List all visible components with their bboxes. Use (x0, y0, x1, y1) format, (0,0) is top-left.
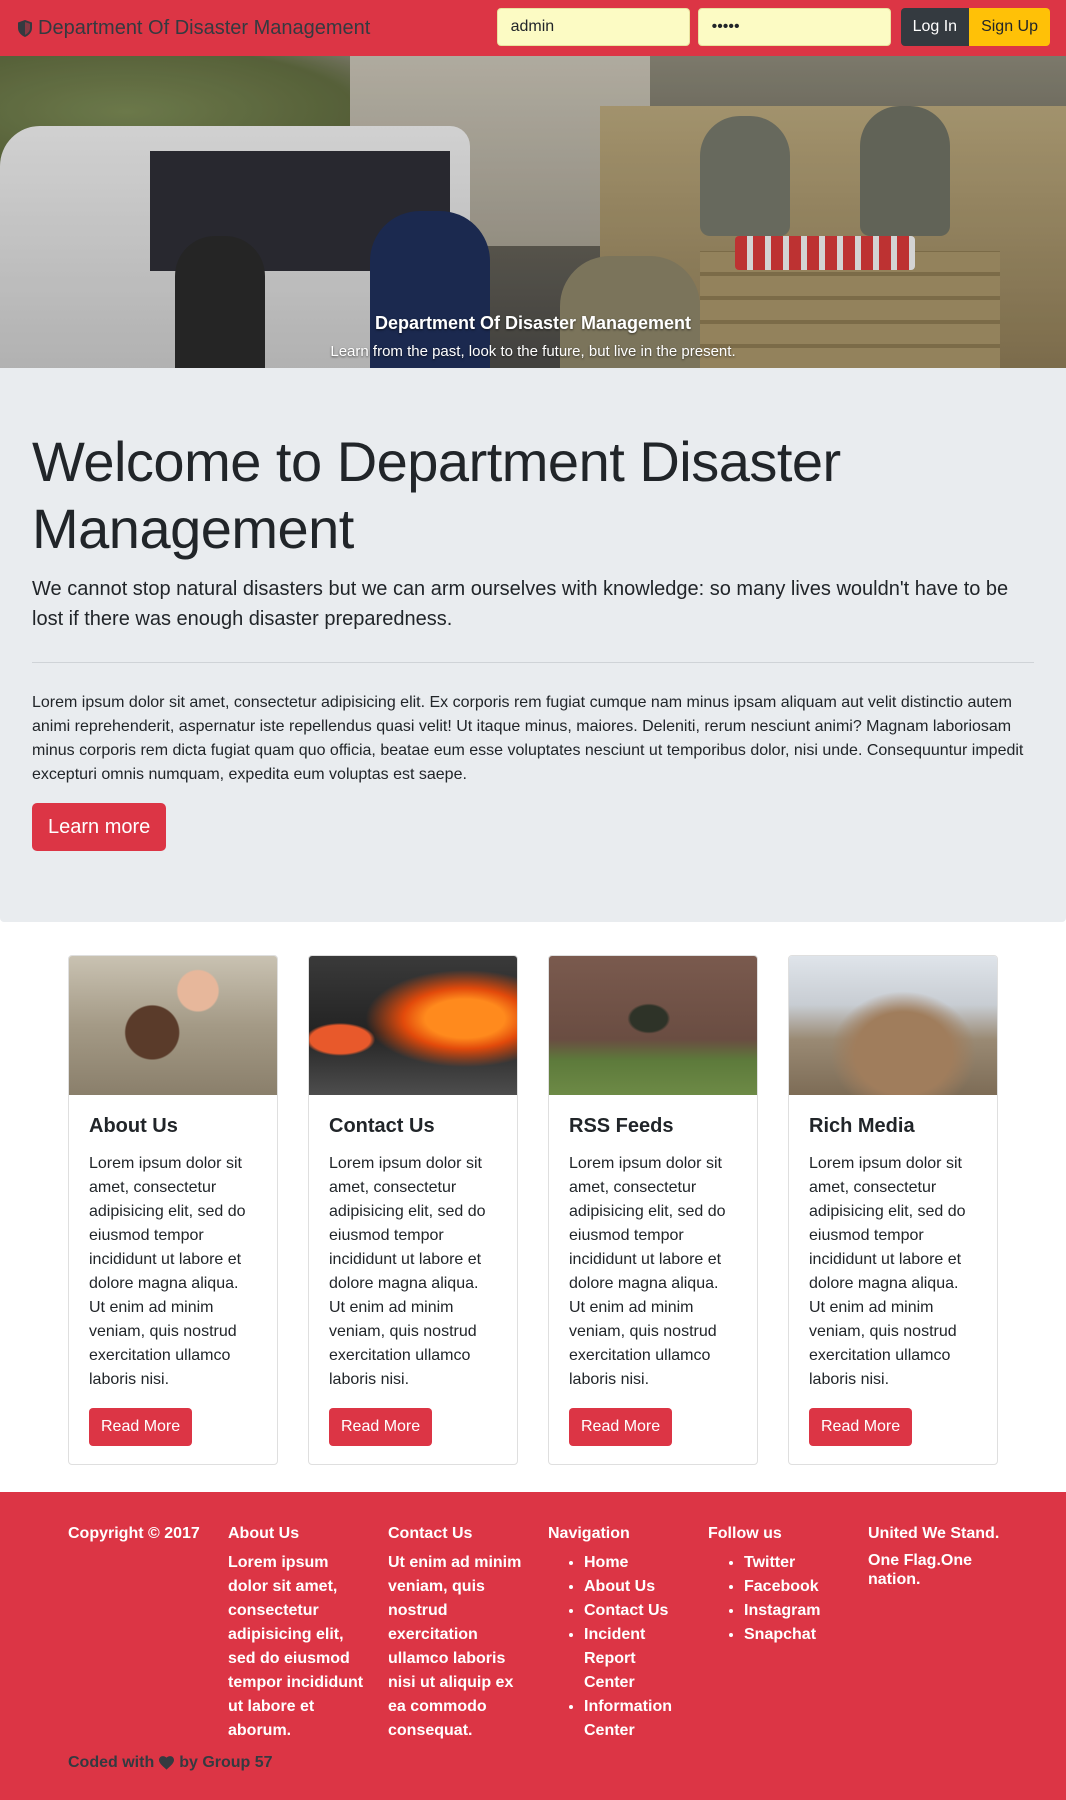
coded-prefix: Coded with (68, 1754, 155, 1771)
hero-caption-text: Learn from the past, look to the future,… (330, 343, 736, 360)
hero-caption-title: Department Of Disaster Management (374, 313, 692, 333)
card-title: Rich Media (809, 1115, 915, 1137)
hero-caption: Department Of Disaster Management Learn … (0, 313, 1066, 360)
card-image (69, 956, 277, 1095)
feature-cards: About Us Lorem ipsum dolor sit amet, con… (0, 922, 1066, 1492)
card-contact-us: Contact Us Lorem ipsum dolor sit amet, c… (308, 955, 518, 1465)
card-title: Contact Us (329, 1115, 435, 1137)
card-image (309, 956, 517, 1095)
welcome-lead: We cannot stop natural disasters but we … (32, 578, 1009, 631)
footer-nav-incident[interactable]: Incident Report Center (584, 1623, 684, 1695)
footer-follow-title: Follow us (708, 1525, 782, 1542)
read-more-button[interactable]: Read More (809, 1408, 913, 1446)
footer-follow-twitter[interactable]: Twitter (744, 1551, 844, 1575)
read-more-button[interactable]: Read More (329, 1408, 433, 1446)
footer-about: About Us Lorem ipsum dolor sit amet, con… (228, 1524, 388, 1743)
hero-carousel: Department Of Disaster Management Learn … (0, 56, 1066, 368)
card-about-us: About Us Lorem ipsum dolor sit amet, con… (68, 955, 278, 1465)
card-title: RSS Feeds (569, 1115, 674, 1137)
footer-nav-about[interactable]: About Us (584, 1575, 684, 1599)
login-form: Log In Sign Up (496, 8, 1050, 46)
motto-line-1: United We Stand. (868, 1525, 1000, 1542)
footer-contact: Contact Us Ut enim ad minim veniam, quis… (388, 1524, 548, 1743)
copyright-text: Copyright © 2017 (68, 1525, 200, 1542)
footer-nav-contact[interactable]: Contact Us (584, 1599, 684, 1623)
learn-more-button[interactable]: Learn more (32, 803, 167, 852)
card-text: Lorem ipsum dolor sit amet, consectetur … (569, 1155, 726, 1388)
navbar: Department Of Disaster Management Log In… (0, 0, 1066, 56)
footer-contact-text: Ut enim ad minim veniam, quis nostrud ex… (388, 1554, 522, 1739)
footer-follow: Follow us Twitter Facebook Instagram Sna… (708, 1524, 868, 1743)
footer-follow-instagram[interactable]: Instagram (744, 1599, 844, 1623)
card-text: Lorem ipsum dolor sit amet, consectetur … (89, 1155, 246, 1388)
footer-about-title: About Us (228, 1525, 300, 1542)
card-image (789, 956, 997, 1095)
card-image (549, 956, 757, 1095)
password-input[interactable] (697, 8, 891, 46)
welcome-heading: Welcome to Department Disaster Managemen… (32, 430, 841, 561)
welcome-body: Lorem ipsum dolor sit amet, consectetur … (32, 694, 1024, 784)
footer-motto: United We Stand. One Flag.One nation. (868, 1524, 1028, 1743)
username-input[interactable] (496, 8, 690, 46)
footer-nav-title: Navigation (548, 1525, 630, 1542)
read-more-button[interactable]: Read More (569, 1408, 673, 1446)
card-text: Lorem ipsum dolor sit amet, consectetur … (329, 1155, 486, 1388)
footer-follow-facebook[interactable]: Facebook (744, 1575, 844, 1599)
login-button[interactable]: Log In (900, 8, 970, 46)
motto-line-2: One Flag.One nation. (868, 1552, 973, 1588)
read-more-button[interactable]: Read More (89, 1408, 193, 1446)
divider (32, 662, 1034, 664)
heart-icon (159, 1756, 175, 1770)
coded-with-credit: Coded with by Group 57 (68, 1754, 273, 1772)
card-title: About Us (89, 1115, 178, 1137)
brand-title: Department Of Disaster Management (38, 16, 371, 39)
signup-button[interactable]: Sign Up (969, 8, 1050, 46)
card-rss-feeds: RSS Feeds Lorem ipsum dolor sit amet, co… (548, 955, 758, 1465)
footer-copyright: Copyright © 2017 (68, 1524, 228, 1743)
footer: Copyright © 2017 About Us Lorem ipsum do… (0, 1492, 1066, 1800)
footer-follow-snapchat[interactable]: Snapchat (744, 1623, 844, 1647)
footer-nav-information[interactable]: Information Center (584, 1695, 684, 1743)
footer-contact-title: Contact Us (388, 1525, 473, 1542)
welcome-jumbotron: Welcome to Department Disaster Managemen… (0, 368, 1066, 922)
brand-link[interactable]: Department Of Disaster Management (18, 17, 370, 40)
footer-navigation: Navigation Home About Us Contact Us Inci… (548, 1524, 708, 1743)
shield-icon (18, 19, 32, 37)
footer-nav-home[interactable]: Home (584, 1551, 684, 1575)
card-text: Lorem ipsum dolor sit amet, consectetur … (809, 1155, 966, 1388)
footer-about-text: Lorem ipsum dolor sit amet, consectetur … (228, 1554, 364, 1739)
card-rich-media: Rich Media Lorem ipsum dolor sit amet, c… (788, 955, 998, 1465)
coded-suffix: by Group 57 (179, 1754, 273, 1771)
